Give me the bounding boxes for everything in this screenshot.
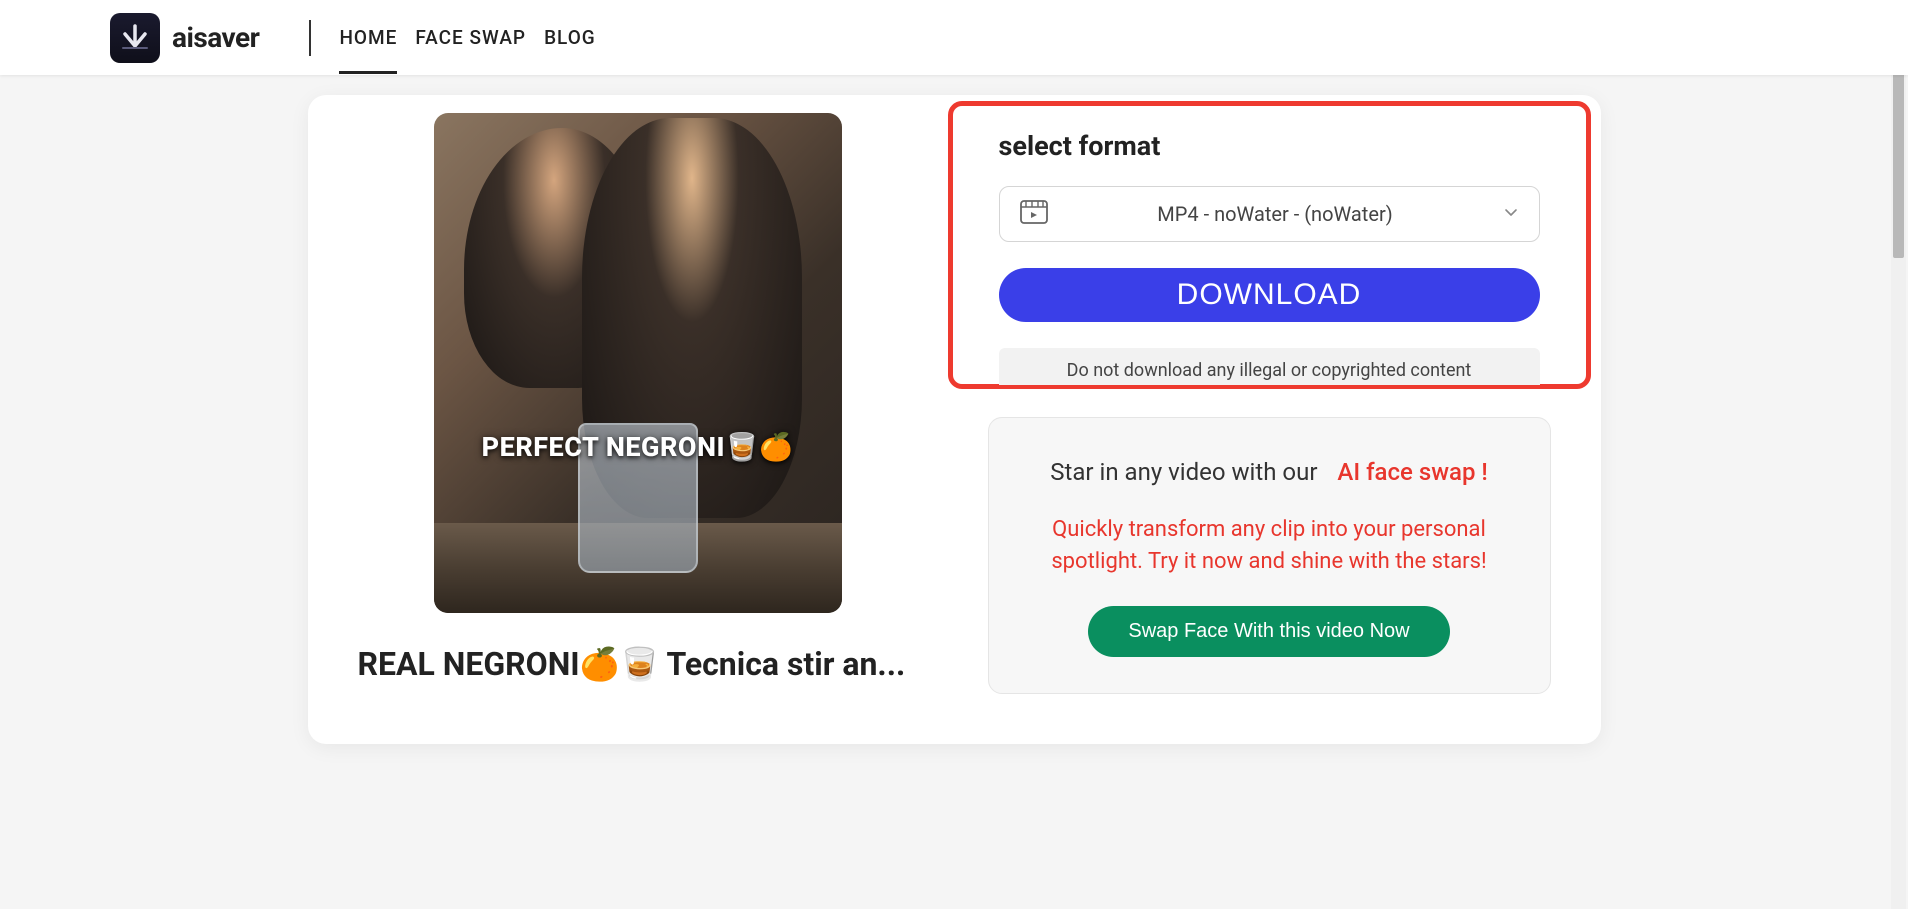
nav-face-swap[interactable]: FACE SWAP [415, 18, 526, 57]
thumbnail-caption: PERFECT NEGRONI🥃🍊 [434, 431, 842, 463]
disclaimer-text: Do not download any illegal or copyright… [999, 348, 1540, 385]
content-card: PERFECT NEGRONI🥃🍊 REAL NEGRONI🍊🥃 Tecnica… [308, 95, 1601, 744]
select-format-heading: select format [999, 130, 1540, 162]
vertical-scrollbar[interactable] [1891, 0, 1906, 909]
promo-headline-plain: Star in any video with our [1050, 458, 1317, 486]
logo[interactable]: aisaver [110, 13, 259, 63]
video-title: REAL NEGRONI🍊🥃 Tecnica stir an... [358, 645, 918, 683]
promo-description: Quickly transform any clip into your per… [1029, 514, 1510, 578]
format-select[interactable]: MP4 - noWater - (noWater) [999, 186, 1540, 242]
main-content: PERFECT NEGRONI🥃🍊 REAL NEGRONI🍊🥃 Tecnica… [0, 75, 1908, 744]
download-button[interactable]: DOWNLOAD [999, 268, 1540, 322]
download-column: select format MP4 - noWater - (noWater) [988, 113, 1551, 694]
film-icon [1020, 200, 1048, 228]
nav-home[interactable]: HOME [339, 18, 397, 57]
format-panel-highlight: select format MP4 - noWater - (noWater) [948, 101, 1591, 389]
video-thumbnail[interactable]: PERFECT NEGRONI🥃🍊 [434, 113, 842, 613]
main-nav: HOME FACE SWAP BLOG [339, 18, 595, 57]
header: aisaver HOME FACE SWAP BLOG [0, 0, 1908, 75]
logo-text: aisaver [172, 21, 259, 54]
face-swap-promo: Star in any video with our AI face swap … [988, 417, 1551, 694]
logo-icon [110, 13, 160, 63]
promo-headline-highlight: AI face swap ! [1337, 458, 1487, 486]
promo-headline: Star in any video with our AI face swap … [1029, 458, 1510, 486]
format-select-value: MP4 - noWater - (noWater) [1048, 202, 1503, 226]
swap-face-button[interactable]: Swap Face With this video Now [1088, 606, 1449, 657]
nav-blog[interactable]: BLOG [544, 18, 596, 57]
chevron-down-icon [1503, 204, 1519, 224]
video-preview-column: PERFECT NEGRONI🥃🍊 REAL NEGRONI🍊🥃 Tecnica… [358, 113, 918, 694]
header-divider [309, 20, 311, 56]
